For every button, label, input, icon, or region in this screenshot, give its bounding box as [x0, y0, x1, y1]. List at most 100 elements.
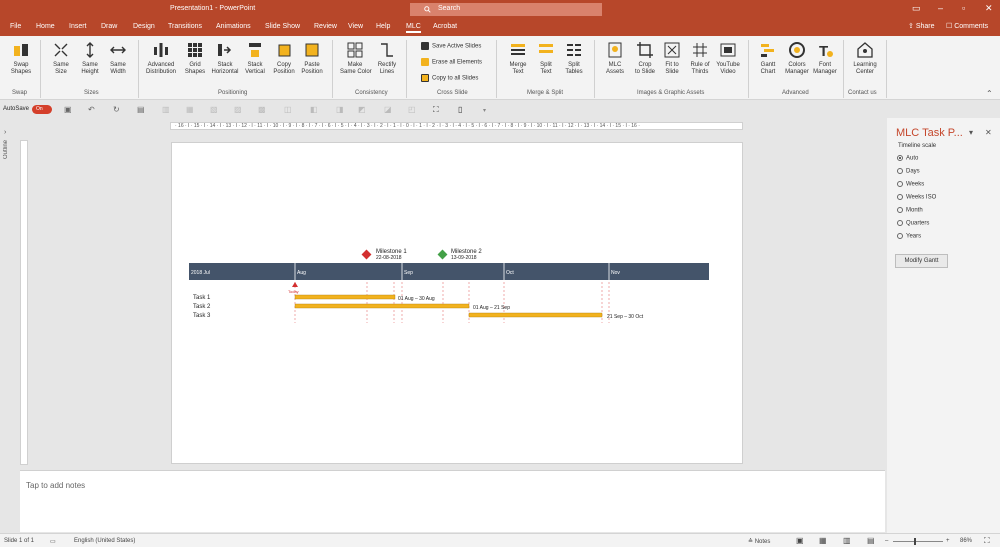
same-height-button[interactable]: Same Height: [75, 39, 105, 76]
redo-icon[interactable]: ↻: [113, 105, 120, 114]
qat-tool-icon[interactable]: ▨: [234, 105, 242, 114]
gantt-chart[interactable]: 2018 Jul Aug Sep Oct Nov Milestone 1 22-…: [172, 143, 744, 465]
tab-transitions[interactable]: Transitions: [168, 23, 202, 30]
erase-all-elements-button[interactable]: Erase all Elements: [421, 58, 482, 66]
radio-month[interactable]: Month: [897, 207, 923, 214]
qat-tool-icon[interactable]: ▧: [210, 105, 218, 114]
share-button[interactable]: ⇪ Share: [908, 22, 935, 30]
task-pane-options-icon[interactable]: ▾: [969, 128, 973, 137]
collapse-ribbon-icon[interactable]: ⌃: [986, 89, 993, 98]
task-pane-close-icon[interactable]: ✕: [985, 128, 992, 137]
paste-position-button[interactable]: Paste Position: [297, 39, 327, 76]
tab-help[interactable]: Help: [376, 23, 390, 30]
undo-icon[interactable]: ↶: [88, 105, 95, 114]
fit-to-slide-button[interactable]: Fit to Slide: [657, 39, 687, 76]
gantt-chart-button[interactable]: Gantt Chart: [753, 39, 783, 76]
make-same-color-button[interactable]: Make Same Color: [340, 39, 372, 76]
task-bar[interactable]: [468, 312, 603, 318]
comments-button[interactable]: ☐ Comments: [946, 22, 988, 30]
copy-position-button[interactable]: Copy Position: [269, 39, 299, 76]
zoom-slider[interactable]: [893, 541, 943, 542]
rectify-lines-button[interactable]: Rectify Lines: [372, 39, 402, 76]
qat-tool-icon[interactable]: ▦: [186, 105, 194, 114]
tab-home[interactable]: Home: [36, 23, 55, 30]
same-width-button[interactable]: Same Width: [103, 39, 133, 76]
qat-tool-icon[interactable]: ◪: [384, 105, 392, 114]
search-box[interactable]: Search: [410, 3, 602, 16]
customize-qat-icon[interactable]: ▾: [483, 107, 486, 114]
radio-years[interactable]: Years: [897, 233, 921, 240]
split-text-button[interactable]: Split Text: [531, 39, 561, 76]
normal-view-icon[interactable]: ▣: [796, 536, 804, 545]
stack-horizontal-button[interactable]: Stack Horizontal: [210, 39, 240, 76]
notes-button[interactable]: ≙ Notes: [748, 538, 770, 545]
qat-tool-icon[interactable]: ◩: [358, 105, 366, 114]
crop-to-slide-button[interactable]: Crop to Slide: [630, 39, 660, 76]
save-active-slides-button[interactable]: Save Active Slides: [421, 42, 481, 50]
tab-view[interactable]: View: [348, 23, 363, 30]
zoom-in-icon[interactable]: +: [946, 538, 950, 544]
advanced-distribution-button[interactable]: Advanced Distribution: [146, 39, 176, 76]
task-bar[interactable]: [294, 303, 470, 309]
tab-design[interactable]: Design: [133, 23, 155, 30]
present-icon[interactable]: ▤: [137, 105, 145, 114]
radio-quarters[interactable]: Quarters: [897, 220, 929, 227]
minimize-icon[interactable]: –: [938, 3, 943, 13]
learning-center-button[interactable]: Learning Center: [850, 39, 880, 76]
merge-text-button[interactable]: Merge Text: [503, 39, 533, 76]
slide-sorter-icon[interactable]: ▦: [819, 536, 827, 545]
radio-weeks[interactable]: Weeks: [897, 181, 924, 188]
tab-mlc[interactable]: MLC: [406, 23, 421, 33]
notes-pane[interactable]: Tap to add notes: [20, 470, 885, 532]
mlc-assets-button[interactable]: MLC Assets: [600, 39, 630, 76]
qat-tool-icon[interactable]: ◨: [336, 105, 344, 114]
language-label[interactable]: English (United States): [74, 538, 135, 544]
slideshow-icon[interactable]: ▤: [867, 536, 875, 545]
qat-tool-icon[interactable]: ▩: [258, 105, 266, 114]
close-icon[interactable]: ✕: [985, 3, 993, 14]
zoom-slider-thumb[interactable]: [914, 538, 916, 545]
tab-acrobat[interactable]: Acrobat: [433, 23, 457, 30]
stack-vertical-button[interactable]: Stack Vertical: [240, 39, 270, 76]
slide-canvas[interactable]: 2018 Jul Aug Sep Oct Nov Milestone 1 22-…: [171, 142, 743, 464]
tab-review[interactable]: Review: [314, 23, 337, 30]
expand-outline-icon[interactable]: ›: [4, 129, 6, 136]
tab-file[interactable]: File: [10, 23, 21, 30]
fit-to-window-icon[interactable]: ⛶: [984, 536, 990, 546]
youtube-video-button[interactable]: YouTube Video: [713, 39, 743, 76]
qat-tool-icon[interactable]: ◫: [284, 105, 292, 114]
save-icon[interactable]: ▣: [64, 105, 72, 114]
rule-of-thirds-button[interactable]: Rule of Thirds: [685, 39, 715, 76]
qat-tool-icon[interactable]: ◧: [310, 105, 318, 114]
zoom-out-icon[interactable]: –: [885, 538, 888, 544]
outline-label[interactable]: Outline: [3, 140, 11, 159]
task-bar[interactable]: [294, 294, 396, 300]
qat-tool-icon[interactable]: ◰: [408, 105, 416, 114]
layout-icon[interactable]: ▯: [458, 105, 462, 114]
ribbon-display-icon[interactable]: ▭: [912, 3, 921, 14]
radio-auto[interactable]: Auto: [897, 155, 918, 162]
milestone-diamond[interactable]: [437, 249, 448, 260]
tab-animations[interactable]: Animations: [216, 23, 251, 30]
colors-manager-button[interactable]: Colors Manager: [782, 39, 812, 76]
grid-shapes-button[interactable]: Grid Shapes: [180, 39, 210, 76]
swap-shapes-button[interactable]: Swap Shapes: [6, 39, 36, 76]
tab-insert[interactable]: Insert: [69, 23, 87, 30]
autosave-toggle[interactable]: On: [32, 105, 52, 114]
copy-to-all-slides-button[interactable]: Copy to all Slides: [421, 74, 478, 82]
modify-gantt-button[interactable]: Modify Gantt: [895, 254, 948, 268]
tab-slide-show[interactable]: Slide Show: [265, 23, 300, 30]
radio-days[interactable]: Days: [897, 168, 920, 175]
zoom-level[interactable]: 86%: [960, 538, 972, 544]
milestone-diamond[interactable]: [361, 249, 372, 260]
same-size-button[interactable]: Same Size: [46, 39, 76, 76]
font-manager-button[interactable]: T Font Manager: [810, 39, 840, 76]
reading-view-icon[interactable]: ▥: [843, 536, 851, 545]
tab-draw[interactable]: Draw: [101, 23, 117, 30]
accessibility-icon[interactable]: ▭: [50, 538, 56, 545]
radio-weeks-iso[interactable]: Weeks ISO: [897, 194, 936, 201]
qat-tool-icon[interactable]: ▥: [162, 105, 170, 114]
maximize-icon[interactable]: ▫: [962, 3, 965, 13]
fit-slide-icon[interactable]: ⛶: [433, 105, 439, 115]
split-tables-button[interactable]: Split Tables: [559, 39, 589, 76]
